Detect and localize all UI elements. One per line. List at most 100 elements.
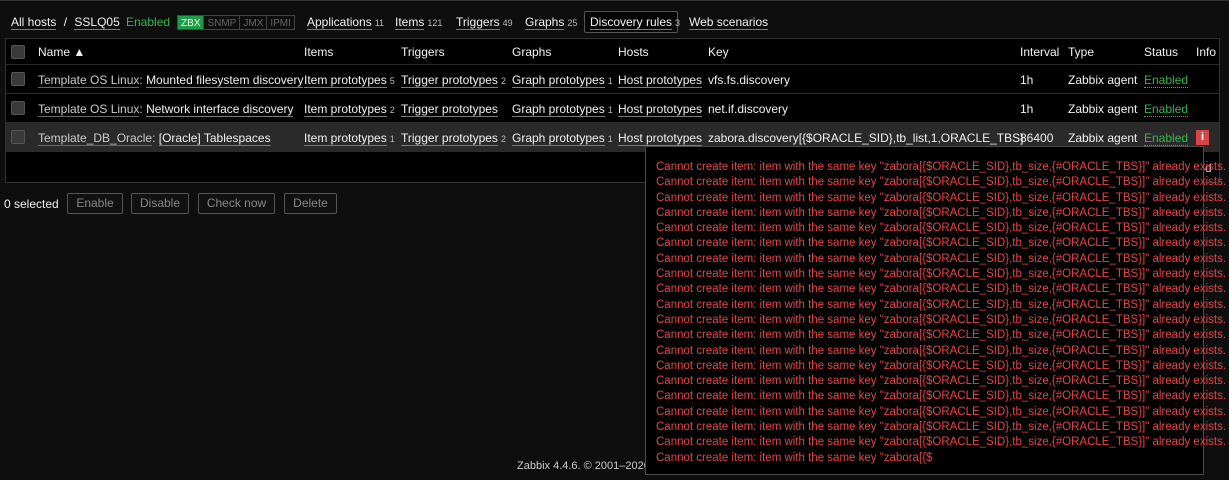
header-status[interactable]: Status xyxy=(1144,45,1178,59)
error-message: Cannot create item: item with the same k… xyxy=(656,298,1227,311)
trigger-prototypes-count: 2 xyxy=(500,134,506,144)
graph-prototypes-count: 1 xyxy=(607,76,613,86)
selected-count: 0 selected xyxy=(4,197,59,211)
header-items: Items xyxy=(304,45,334,59)
graph-prototypes-count: 1 xyxy=(607,134,613,144)
host-navigation: All hosts / SSLQ05 Enabled ZBX SNMP JMX … xyxy=(0,0,1229,38)
badge-snmp: SNMP xyxy=(204,16,241,29)
error-message: Cannot create item: item with the same k… xyxy=(656,283,1227,296)
enable-button[interactable]: Enable xyxy=(67,193,123,214)
item-prototypes-link[interactable]: Item prototypes xyxy=(304,131,387,146)
status-toggle[interactable]: Enabled xyxy=(1144,102,1189,117)
trigger-prototypes-link[interactable]: Trigger prototypes xyxy=(401,73,498,88)
rule-name-link[interactable]: [Oracle] Tablespaces xyxy=(158,131,271,146)
header-info: Info xyxy=(1196,45,1217,59)
error-message: Cannot create item: item with the same k… xyxy=(656,436,1227,449)
type-value: Zabbix agent xyxy=(1068,131,1138,145)
trigger-prototypes-link[interactable]: Trigger prototypes xyxy=(401,131,498,146)
graph-prototypes-count: 1 xyxy=(607,105,613,115)
availability-badges: ZBX SNMP JMX IPMI xyxy=(177,15,295,30)
host-prototypes-link[interactable]: Host prototypes xyxy=(618,73,703,88)
key-value: vfs.fs.discovery xyxy=(708,73,791,87)
tab-count: 11 xyxy=(374,18,385,28)
badge-ipmi: IPMI xyxy=(270,18,291,29)
tab-count: 49 xyxy=(502,18,513,28)
tab-count: 121 xyxy=(427,18,443,28)
template-link[interactable]: Template OS Linux xyxy=(38,73,140,88)
breadcrumb-host[interactable]: SSLQ05 xyxy=(74,15,120,30)
header-interval[interactable]: Interval xyxy=(1020,45,1059,59)
error-tooltip: Cannot create item: item with the same k… xyxy=(645,146,1227,475)
row-checkbox[interactable] xyxy=(11,101,25,115)
table-header: Name ▲ Items Triggers Graphs Hosts Key I… xyxy=(6,39,1219,65)
tab-discovery-rules[interactable]: Discovery rules 3 xyxy=(590,15,681,30)
error-message: Cannot create item: item with the same k… xyxy=(656,329,1227,342)
trigger-prototypes-count: 2 xyxy=(500,76,506,86)
tab-applications[interactable]: Applications 11 xyxy=(307,15,385,30)
interval-value: 1h xyxy=(1020,102,1034,116)
error-message: Cannot create item: item with the same k… xyxy=(656,359,1227,372)
error-message: Cannot create item: item with the same k… xyxy=(656,405,1227,418)
template-link[interactable]: Template OS Linux xyxy=(38,102,140,117)
row-checkbox[interactable] xyxy=(11,72,25,86)
bulk-actions: 0 selected Enable Disable Check now Dele… xyxy=(0,193,640,215)
header-type[interactable]: Type xyxy=(1068,45,1094,59)
interval-value: 86400 xyxy=(1020,131,1054,145)
interval-value: 1h xyxy=(1020,73,1034,87)
header-graphs: Graphs xyxy=(512,45,552,59)
item-prototypes-link[interactable]: Item prototypes xyxy=(304,102,387,117)
check-now-button[interactable]: Check now xyxy=(198,193,275,214)
error-message: Cannot create item: item with the same k… xyxy=(656,176,1227,189)
table-row: Template OS Linux: Mounted filesystem di… xyxy=(6,65,1219,94)
tab-count: 25 xyxy=(567,18,578,28)
key-value: net.if.discovery xyxy=(708,102,789,116)
select-all-checkbox[interactable] xyxy=(11,45,25,59)
error-message: Cannot create item: item with the same k… xyxy=(656,421,1227,434)
error-message: Cannot create item: item with the same k… xyxy=(656,344,1227,357)
error-message: Cannot create item: item with the same k… xyxy=(656,451,933,464)
type-value: Zabbix agent xyxy=(1068,73,1138,87)
host-prototypes-link[interactable]: Host prototypes xyxy=(618,131,703,146)
error-message: Cannot create item: item with the same k… xyxy=(656,375,1227,388)
graph-prototypes-link[interactable]: Graph prototypes xyxy=(512,131,605,146)
item-prototypes-link[interactable]: Item prototypes xyxy=(304,73,387,88)
tab-label[interactable]: Discovery rules xyxy=(590,15,673,30)
host-prototypes-link[interactable]: Host prototypes xyxy=(618,102,703,117)
tab-count: 3 xyxy=(675,18,681,28)
tab-label[interactable]: Triggers xyxy=(456,15,500,30)
template-link[interactable]: Template_DB_Oracle xyxy=(38,131,153,146)
tab-label[interactable]: Web scenarios xyxy=(689,15,769,30)
tab-web-scenarios[interactable]: Web scenarios xyxy=(689,15,769,30)
breadcrumb-all-hosts[interactable]: All hosts xyxy=(11,15,57,30)
header-name[interactable]: Name ▲ xyxy=(38,45,85,59)
error-message: Cannot create item: item with the same k… xyxy=(656,222,1227,235)
tab-label[interactable]: Items xyxy=(395,15,425,30)
error-message: Cannot create item: item with the same k… xyxy=(656,161,1227,173)
badge-jmx: JMX xyxy=(240,16,268,29)
header-hosts: Hosts xyxy=(618,45,649,59)
graph-prototypes-link[interactable]: Graph prototypes xyxy=(512,102,605,117)
type-value: Zabbix agent xyxy=(1068,102,1138,116)
rule-name-link[interactable]: Network interface discovery xyxy=(146,102,294,117)
tab-graphs[interactable]: Graphs 25 xyxy=(525,15,578,30)
graph-prototypes-link[interactable]: Graph prototypes xyxy=(512,73,605,88)
tab-label[interactable]: Applications xyxy=(307,15,372,30)
delete-button[interactable]: Delete xyxy=(284,193,337,214)
breadcrumb-separator: / xyxy=(63,15,68,29)
tab-triggers[interactable]: Triggers 49 xyxy=(456,15,513,30)
error-info-icon[interactable]: i xyxy=(1196,130,1209,145)
trigger-prototypes-link[interactable]: Trigger prototypes xyxy=(401,102,498,117)
item-prototypes-count: 1 xyxy=(389,134,395,144)
rule-name-link[interactable]: Mounted filesystem discovery xyxy=(146,73,304,88)
disable-button[interactable]: Disable xyxy=(131,193,189,214)
item-prototypes-count: 5 xyxy=(389,76,395,86)
status-toggle[interactable]: Enabled xyxy=(1144,73,1189,88)
error-message: Cannot create item: item with the same k… xyxy=(656,237,1227,250)
status-toggle[interactable]: Enabled xyxy=(1144,131,1189,146)
row-checkbox[interactable] xyxy=(11,130,25,144)
header-key[interactable]: Key xyxy=(708,45,729,59)
tab-label[interactable]: Graphs xyxy=(525,15,565,30)
item-prototypes-count: 2 xyxy=(389,105,395,115)
name-separator: : xyxy=(152,131,159,145)
tab-items[interactable]: Items 121 xyxy=(395,15,443,30)
